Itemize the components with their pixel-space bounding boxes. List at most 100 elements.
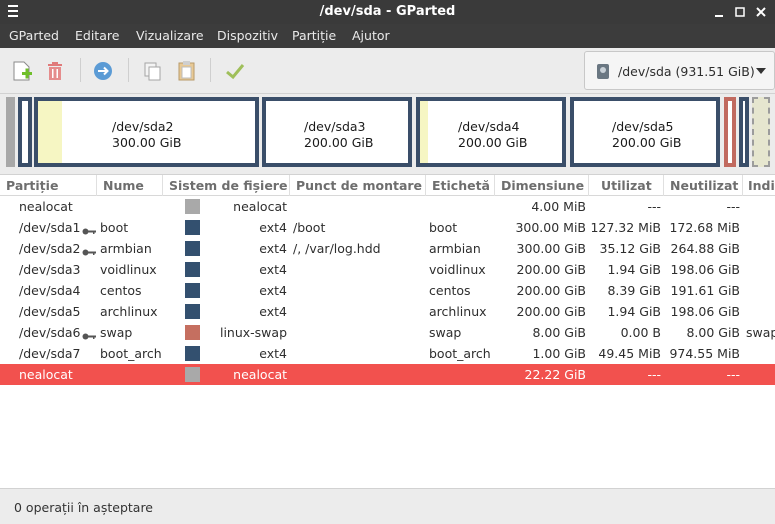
key-icon xyxy=(82,224,96,235)
cell-label: voidlinux xyxy=(429,262,486,277)
cell-used: 49.45 MiB xyxy=(598,346,661,361)
maximize-icon[interactable] xyxy=(732,4,748,20)
cell-size: 22.22 GiB xyxy=(524,367,587,382)
col-unused[interactable]: Neutilizat xyxy=(670,178,738,193)
apply-icon[interactable] xyxy=(222,58,248,84)
cell-size: 4.00 MiB xyxy=(531,199,586,214)
cell-partition: /dev/sda1 xyxy=(19,220,81,235)
cell-used: 35.12 GiB xyxy=(599,241,662,256)
col-filesystem[interactable]: Sistem de fișiere xyxy=(169,178,287,193)
menu-device[interactable]: Dispozitiv xyxy=(217,28,278,43)
partition-table: Partiție Nume Sistem de fișiere Punct de… xyxy=(0,174,775,488)
filesystem-color-swatch xyxy=(185,325,200,340)
menu-partition[interactable]: Partiție xyxy=(292,28,336,43)
diskmap-partition-sda4[interactable]: /dev/sda4 200.00 GiB xyxy=(416,97,566,167)
device-selector[interactable]: /dev/sda (931.51 GiB) xyxy=(584,51,775,90)
table-row[interactable]: nealocat nealocat 22.22 GiB --- --- xyxy=(0,364,775,385)
table-row[interactable]: nealocat nealocat 4.00 MiB --- --- xyxy=(0,196,775,217)
diskmap-partition-sda1[interactable] xyxy=(18,97,32,167)
cell-filesystem: ext4 xyxy=(259,283,287,298)
col-flags[interactable]: Indi xyxy=(748,178,775,193)
cell-unused: --- xyxy=(726,199,740,214)
window-title: /dev/sda - GParted xyxy=(319,4,456,19)
diskmap-partition-sda3[interactable]: /dev/sda3 200.00 GiB xyxy=(262,97,412,167)
cell-label: centos xyxy=(429,283,471,298)
cell-unused: 198.06 GiB xyxy=(670,262,740,277)
cell-filesystem: nealocat xyxy=(233,199,287,214)
cell-partition: nealocat xyxy=(19,199,73,214)
cell-filesystem: ext4 xyxy=(259,304,287,319)
cell-label: swap xyxy=(429,325,462,340)
col-label[interactable]: Etichetă xyxy=(432,178,490,193)
diskmap-unallocated-start[interactable] xyxy=(6,97,15,167)
toolbar-separator xyxy=(80,58,81,82)
cell-size: 8.00 GiB xyxy=(532,325,586,340)
cell-size: 200.00 GiB xyxy=(516,262,586,277)
cell-label: boot xyxy=(429,220,458,235)
menu-help[interactable]: Ajutor xyxy=(352,28,390,43)
pending-operations-status: 0 operații în așteptare xyxy=(14,500,154,515)
cell-unused: 974.55 MiB xyxy=(669,346,740,361)
table-row[interactable]: /dev/sda4 centos ext4 centos 200.00 GiB 8.39 … xyxy=(0,280,775,301)
col-used[interactable]: Utilizat xyxy=(601,178,652,193)
paste-icon[interactable] xyxy=(174,58,200,84)
diskmap-partition-sda5[interactable]: /dev/sda5 200.00 GiB xyxy=(570,97,720,167)
cell-size: 300.00 MiB xyxy=(515,220,586,235)
table-row[interactable]: /dev/sda3 voidlinux ext4 voidlinux 200.00 Gi… xyxy=(0,259,775,280)
cell-flags: swap xyxy=(746,325,775,340)
cell-used: 8.39 GiB xyxy=(607,283,661,298)
toolbar-separator xyxy=(210,58,211,82)
delete-icon[interactable] xyxy=(42,58,68,84)
cell-size: 300.00 GiB xyxy=(516,241,586,256)
toolbar: /dev/sda (931.51 GiB) xyxy=(0,48,775,94)
filesystem-color-swatch xyxy=(185,220,200,235)
cell-filesystem: ext4 xyxy=(259,262,287,277)
table-row[interactable]: /dev/sda6 swap linux-swap swap 8.00 GiB 0.00 … xyxy=(0,322,775,343)
table-row[interactable]: /dev/sda7 boot_arch ext4 boot_arch 1.00 GiB 4… xyxy=(0,343,775,364)
cell-label: boot_arch xyxy=(429,346,491,361)
cell-used: --- xyxy=(647,367,661,382)
minimize-icon[interactable] xyxy=(711,4,727,20)
diskmap-partition-sda7[interactable] xyxy=(739,97,749,167)
menu-bar: GParted Editare Vizualizare Dispozitiv P… xyxy=(0,24,775,48)
col-mountpoint[interactable]: Punct de montare xyxy=(296,178,422,193)
cell-name: armbian xyxy=(100,241,152,256)
table-header: Partiție Nume Sistem de fișiere Punct de… xyxy=(0,175,775,196)
diskmap-partition-sda2[interactable]: /dev/sda2 300.00 GiB xyxy=(34,97,259,167)
cell-filesystem: nealocat xyxy=(233,367,287,382)
diskmap-partition-sda6[interactable] xyxy=(724,97,736,167)
cell-size: 200.00 GiB xyxy=(516,283,586,298)
device-selector-label: /dev/sda (931.51 GiB) xyxy=(618,64,755,79)
table-row[interactable]: /dev/sda2 armbian ext4 /, /var/log.hdd armbi… xyxy=(0,238,775,259)
filesystem-color-swatch xyxy=(185,262,200,277)
table-row[interactable]: /dev/sda1 boot ext4/boot boot 300.00 MiB 127.… xyxy=(0,217,775,238)
key-icon xyxy=(82,245,96,256)
col-partition[interactable]: Partiție xyxy=(6,178,58,193)
col-name[interactable]: Nume xyxy=(103,178,144,193)
cell-name: boot_arch xyxy=(100,346,162,361)
cell-filesystem: ext4 xyxy=(259,346,287,361)
title-bar: /dev/sda - GParted xyxy=(0,0,775,24)
cell-used: --- xyxy=(647,199,661,214)
copy-icon[interactable] xyxy=(140,58,166,84)
cell-unused: 172.68 MiB xyxy=(669,220,740,235)
menu-edit[interactable]: Editare xyxy=(75,28,119,43)
diskmap-unallocated-selected[interactable] xyxy=(752,97,770,167)
partition-label: /dev/sda3 200.00 GiB xyxy=(304,119,374,150)
close-icon[interactable] xyxy=(753,4,769,20)
cell-partition: /dev/sda6 xyxy=(19,325,81,340)
cell-unused: 198.06 GiB xyxy=(670,304,740,319)
partition-label: /dev/sda2 300.00 GiB xyxy=(112,119,182,150)
status-bar: 0 operații în așteptare xyxy=(0,488,775,524)
cell-used: 1.94 GiB xyxy=(607,304,661,319)
col-size[interactable]: Dimensiune xyxy=(501,178,584,193)
cell-unused: 8.00 GiB xyxy=(686,325,740,340)
table-row[interactable]: /dev/sda5 archlinux ext4 archlinux 200.00 Gi… xyxy=(0,301,775,322)
cell-name: archlinux xyxy=(100,304,158,319)
resize-move-icon[interactable] xyxy=(90,58,116,84)
cell-used: 1.94 GiB xyxy=(607,262,661,277)
menu-gparted[interactable]: GParted xyxy=(9,28,59,43)
cell-mountpoint: /boot xyxy=(293,220,326,235)
new-partition-icon[interactable] xyxy=(9,58,35,84)
menu-view[interactable]: Vizualizare xyxy=(136,28,204,43)
